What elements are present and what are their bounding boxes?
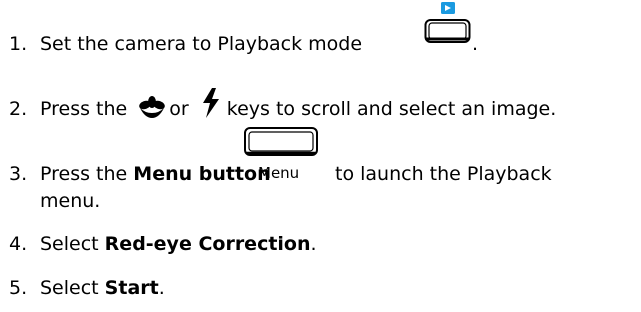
macro-flower-icon [139, 96, 166, 118]
step-number: 3. [9, 163, 28, 185]
step-bold-text: Red-eye Correction [104, 233, 311, 255]
step-text: Press the [40, 163, 128, 185]
step-text-or: or [169, 98, 189, 120]
flash-bolt-icon [202, 88, 219, 118]
step-1-period: . [472, 33, 479, 55]
step-text: Press the [40, 98, 128, 120]
step-number: 1. [9, 33, 28, 55]
step-3: 3. Press the Menu button [9, 162, 271, 186]
step-period: . [310, 233, 317, 255]
step-4: 4. Select Red-eye Correction. [9, 232, 317, 256]
step-5: 5. Select Start. [9, 276, 165, 300]
step-bold-text: Menu button [133, 163, 271, 185]
step-number: 2. [9, 98, 28, 120]
step-bold-text: Start [104, 277, 159, 299]
step-text: Select [40, 277, 99, 299]
playback-button-icon [424, 2, 471, 43]
instruction-page: { "steps": [ { "number": "1.", "text_bef… [0, 0, 641, 312]
step-2: 2. Press the or keys to scroll and select… [9, 88, 556, 121]
step-text: keys to scroll and select an image. [226, 98, 557, 120]
step-text: Set the camera to Playback mode [40, 33, 363, 55]
menu-button-label: Menu [258, 164, 300, 182]
step-3-continuation: menu. [40, 190, 101, 212]
step-number: 4. [9, 233, 28, 255]
menu-button-icon [244, 127, 318, 156]
step-text: Select [40, 233, 99, 255]
step-number: 5. [9, 277, 28, 299]
step-1: 1. Set the camera to Playback mode [9, 32, 362, 56]
step-period: . [158, 277, 165, 299]
step-3-text-after: to launch the Playback [335, 163, 552, 185]
